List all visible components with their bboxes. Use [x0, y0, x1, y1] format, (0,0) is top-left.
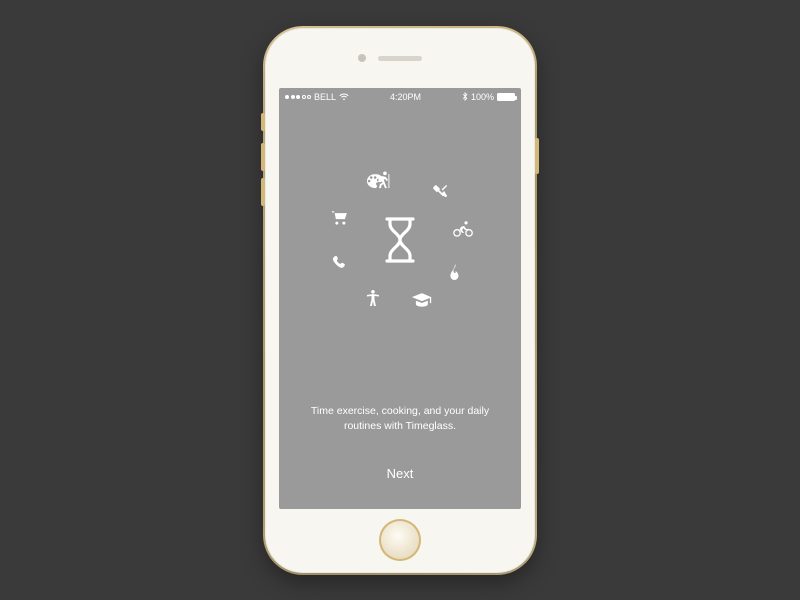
signal-icon: [285, 95, 311, 99]
earpiece: [378, 56, 422, 61]
screen: BELL 4:20PM 100%: [279, 88, 521, 509]
cart-icon: [330, 208, 350, 228]
carrier-label: BELL: [314, 92, 336, 102]
home-button[interactable]: [379, 519, 421, 561]
battery-icon: [497, 93, 515, 101]
activity-wheel: .p7{transform:rotate(200deg) translate(6…: [310, 150, 490, 330]
next-button[interactable]: Next: [279, 466, 521, 481]
flame-icon: [445, 262, 465, 282]
clock: 4:20PM: [390, 92, 421, 102]
onboarding-content: .p7{transform:rotate(200deg) translate(6…: [279, 106, 521, 509]
bluetooth-icon: [462, 92, 468, 101]
cyclist-icon: [453, 218, 473, 238]
volume-down-button[interactable]: [261, 178, 265, 206]
phone-frame: BELL 4:20PM 100%: [265, 28, 535, 573]
palette-icon: [365, 171, 385, 191]
front-camera: [358, 54, 366, 62]
volume-up-button[interactable]: [261, 143, 265, 171]
power-button[interactable]: [535, 138, 539, 174]
graduation-cap-icon: [412, 290, 432, 310]
status-bar: BELL 4:20PM 100%: [279, 88, 521, 106]
battery-pct: 100%: [471, 92, 494, 102]
mute-switch[interactable]: [261, 113, 265, 131]
person-icon: [363, 288, 383, 308]
onboarding-tagline: Time exercise, cooking, and your daily r…: [279, 404, 521, 434]
hourglass-icon: [381, 216, 419, 264]
wifi-icon: [339, 93, 349, 101]
utensils-icon: [431, 180, 451, 200]
phone-icon: [330, 251, 350, 271]
